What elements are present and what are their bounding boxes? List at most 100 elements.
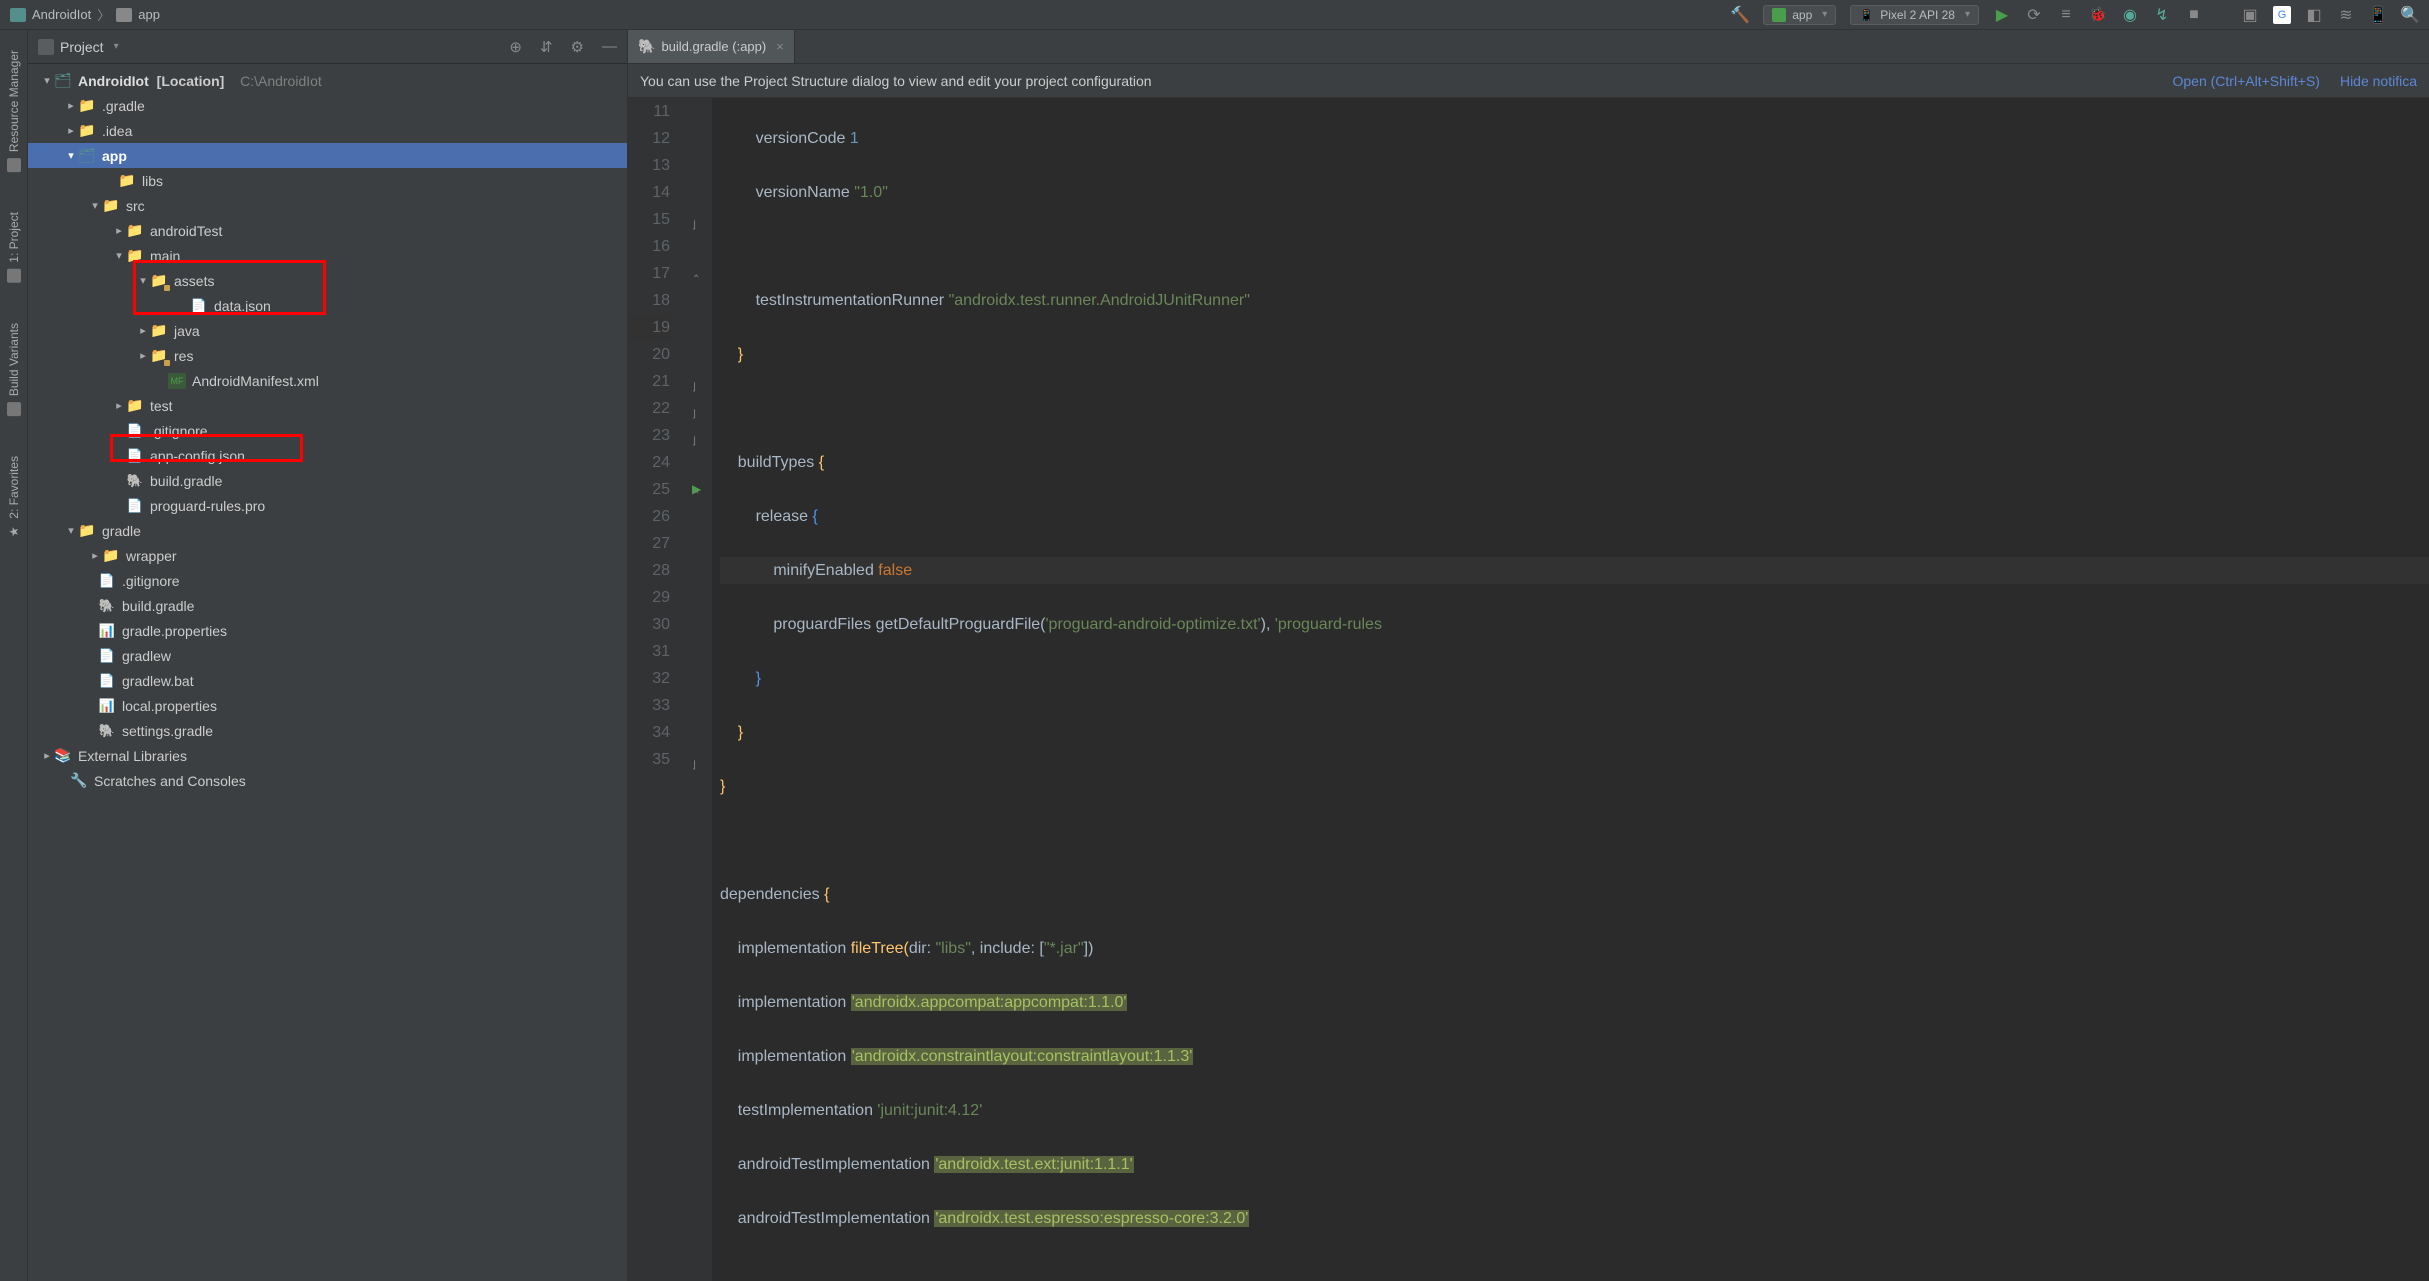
code-area[interactable]: versionCode 1 versionName "1.0" testInst…	[712, 98, 2429, 1281]
tree-wrapper[interactable]: ▸📁wrapper	[28, 543, 627, 568]
hide-notification-link[interactable]: Hide notifica	[2340, 73, 2417, 89]
tree-extlibs[interactable]: ▸📚External Libraries	[28, 743, 627, 768]
breadcrumb-project[interactable]: AndroidIot	[32, 7, 91, 22]
open-structure-link[interactable]: Open (Ctrl+Alt+Shift+S)	[2173, 73, 2320, 89]
tree-gitignore2[interactable]: 📄.gitignore	[28, 568, 627, 593]
fold-end-icon[interactable]: ⌋	[692, 401, 696, 428]
app-icon	[1772, 8, 1786, 22]
libraries-icon: 📚	[54, 748, 72, 764]
minimize-icon[interactable]: —	[602, 38, 617, 56]
tab-favorites[interactable]: ★2: Favorites	[7, 456, 21, 539]
build-icon[interactable]: 🔨	[1731, 6, 1749, 24]
tree-res[interactable]: ▸📁res	[28, 343, 627, 368]
target-icon[interactable]: ⊕	[509, 38, 522, 56]
tab-label: build.gradle (:app)	[661, 39, 766, 54]
tree-gradlew[interactable]: 📄gradlew	[28, 643, 627, 668]
fold-end-icon[interactable]: ⌋	[692, 752, 696, 779]
stop-icon[interactable]: ■	[2185, 6, 2203, 24]
tree-idea[interactable]: ▸📁.idea	[28, 118, 627, 143]
project-panel-header: Project ▾ ⊕ ⇵ ⚙ —	[28, 30, 627, 64]
apply-code-icon[interactable]: ≡	[2057, 6, 2075, 24]
star-icon: ★	[7, 525, 21, 539]
tree-assets[interactable]: ▾📁assets	[28, 268, 627, 293]
search-icon[interactable]: 🔍	[2401, 6, 2419, 24]
project-icon	[10, 8, 26, 22]
tree-root[interactable]: ▾🗂AndroidIot [Location] C:\AndroidIot	[28, 68, 627, 93]
tree-proguard[interactable]: 📄proguard-rules.pro	[28, 493, 627, 518]
sync-icon[interactable]: ◧	[2305, 6, 2323, 24]
device-icon: 📱	[1859, 8, 1874, 22]
tab-project[interactable]: 1: Project	[7, 212, 21, 283]
tree-test[interactable]: ▸📁test	[28, 393, 627, 418]
editor-tab-buildgradle[interactable]: 🐘 build.gradle (:app) ×	[628, 30, 795, 63]
tree-gitignore[interactable]: 📄.gitignore	[28, 418, 627, 443]
tree-androidtest[interactable]: ▸📁androidTest	[28, 218, 627, 243]
banner-text: You can use the Project Structure dialog…	[640, 73, 1152, 89]
chevron-down-icon: ▾	[1965, 9, 1970, 20]
device-manager-icon[interactable]: 📱	[2369, 6, 2387, 24]
editor-body[interactable]: 1112131415161718192021222324252627282930…	[628, 98, 2429, 1281]
profiler-icon[interactable]: ◉	[2121, 6, 2139, 24]
tree-gradle-dot[interactable]: ▸📁.gradle	[28, 93, 627, 118]
tree-buildgradle[interactable]: 🐘build.gradle	[28, 468, 627, 493]
tree-java[interactable]: ▸📁java	[28, 318, 627, 343]
fold-end-icon[interactable]: ⌋	[692, 374, 696, 401]
module-icon	[116, 8, 132, 22]
gradle-icon: 🐘	[638, 38, 655, 55]
tree-src[interactable]: ▾📁src	[28, 193, 627, 218]
tree-appconfig[interactable]: 📄app-config.json	[28, 443, 627, 468]
panel-title[interactable]: Project ▾	[38, 39, 501, 55]
breadcrumb-sep-icon: 〉	[97, 5, 110, 24]
project-panel: Project ▾ ⊕ ⇵ ⚙ — ▾🗂AndroidIot [Location…	[28, 30, 628, 1281]
attach-icon[interactable]: ↯	[2153, 6, 2171, 24]
tree-settingsgradle[interactable]: 🐘settings.gradle	[28, 718, 627, 743]
debug-icon[interactable]: 🐞	[2089, 6, 2107, 24]
panel-title-icon	[38, 39, 54, 55]
editor-area: 🐘 build.gradle (:app) × You can use the …	[628, 30, 2429, 1281]
tree-libs[interactable]: 📁libs	[28, 168, 627, 193]
device-dropdown[interactable]: 📱 Pixel 2 API 28 ▾	[1850, 5, 1979, 25]
project-tree[interactable]: ▾🗂AndroidIot [Location] C:\AndroidIot ▸📁…	[28, 64, 627, 1281]
toolbar-right: 🔨 app ▾ 📱 Pixel 2 API 28 ▾ ▶ ⟳ ≡ 🐞 ◉ ↯ ■…	[1731, 5, 2419, 25]
line-gutter: 1112131415161718192021222324252627282930…	[628, 98, 688, 1281]
fold-icon[interactable]: ⌃	[692, 482, 700, 509]
collapse-icon[interactable]: ⇵	[540, 38, 553, 56]
fold-gutter: ▶ ⌋ ⌃ ⌋ ⌋ ⌋ ⌃ ⌋	[688, 98, 712, 1281]
avd-icon[interactable]: ▣	[2241, 6, 2259, 24]
left-tool-bar: Resource Manager 1: Project Build Varian…	[0, 30, 28, 1281]
tree-main[interactable]: ▾📁main	[28, 243, 627, 268]
assist-icon[interactable]: ≋	[2337, 6, 2355, 24]
tree-gradlewbat[interactable]: 📄gradlew.bat	[28, 668, 627, 693]
project-tab-icon	[7, 269, 21, 283]
fold-icon[interactable]: ⌃	[692, 266, 700, 293]
scratches-icon: 🔧	[70, 773, 88, 789]
run-config-dropdown[interactable]: app ▾	[1763, 5, 1836, 25]
editor-banner: You can use the Project Structure dialog…	[628, 64, 2429, 98]
chevron-down-icon: ▾	[1822, 9, 1827, 20]
tab-resource-manager[interactable]: Resource Manager	[7, 50, 21, 172]
fold-end-icon[interactable]: ⌋	[692, 212, 696, 239]
fold-end-icon[interactable]: ⌋	[692, 428, 696, 455]
tree-localprops[interactable]: 📊local.properties	[28, 693, 627, 718]
run-config-label: app	[1792, 8, 1812, 22]
tree-buildgradle2[interactable]: 🐘build.gradle	[28, 593, 627, 618]
tree-datajson[interactable]: 📄data.json	[28, 293, 627, 318]
tree-app[interactable]: ▾🗂app	[28, 143, 627, 168]
tree-scratches[interactable]: 🔧Scratches and Consoles	[28, 768, 627, 793]
breadcrumb-module[interactable]: app	[138, 7, 160, 22]
run-icon[interactable]: ▶	[1993, 6, 2011, 24]
tab-build-variants[interactable]: Build Variants	[7, 323, 21, 416]
tree-gradleprops[interactable]: 📊gradle.properties	[28, 618, 627, 643]
top-toolbar: AndroidIot 〉 app 🔨 app ▾ 📱 Pixel 2 API 2…	[0, 0, 2429, 30]
sdk-icon[interactable]: G	[2273, 6, 2291, 24]
device-label: Pixel 2 API 28	[1880, 8, 1955, 22]
editor-tabs: 🐘 build.gradle (:app) ×	[628, 30, 2429, 64]
apply-changes-icon[interactable]: ⟳	[2025, 6, 2043, 24]
tree-manifest[interactable]: MFAndroidManifest.xml	[28, 368, 627, 393]
build-variants-icon	[7, 402, 21, 416]
breadcrumb: AndroidIot 〉 app	[10, 5, 160, 24]
resource-icon	[7, 158, 21, 172]
close-icon[interactable]: ×	[776, 39, 784, 54]
tree-gradle[interactable]: ▾📁gradle	[28, 518, 627, 543]
gear-icon[interactable]: ⚙	[571, 38, 584, 56]
